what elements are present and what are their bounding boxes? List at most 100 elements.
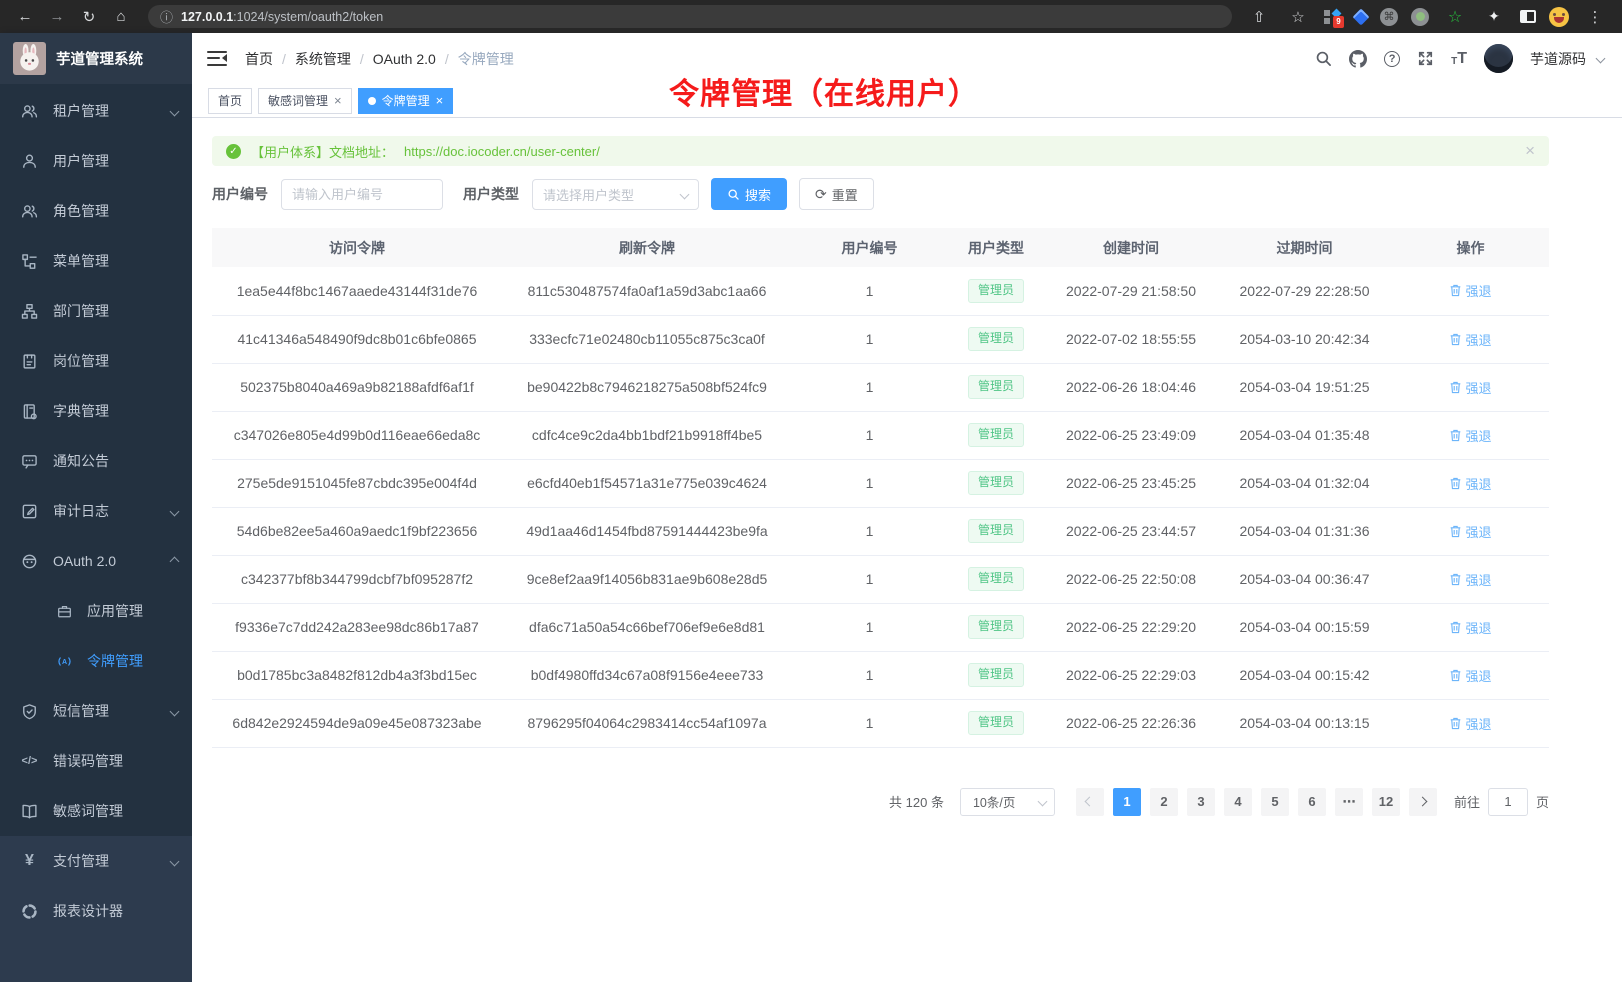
sidebar-item-role[interactable]: 角色管理 [0, 186, 192, 236]
sidebar-item-sensitive-words[interactable]: 敏感词管理 [0, 786, 192, 836]
extension-grid-icon[interactable]: 9 [1324, 9, 1342, 25]
fullscreen-icon[interactable] [1417, 50, 1434, 67]
page-button-2[interactable]: 2 [1150, 788, 1178, 816]
force-logout-label: 强退 [1465, 618, 1491, 637]
tab-token[interactable]: 令牌管理 × [358, 88, 454, 114]
bookmark-star-icon[interactable]: ☆ [1285, 5, 1311, 29]
page-button-5[interactable]: 5 [1261, 788, 1289, 816]
sidebar-item-menu[interactable]: 菜单管理 [0, 236, 192, 286]
expire-time-cell: 2054-03-10 20:42:34 [1217, 315, 1392, 363]
help-icon[interactable]: ? [1384, 51, 1400, 67]
search-button[interactable]: 搜索 [711, 178, 787, 210]
doc-link[interactable]: https://doc.iocoder.cn/user-center/ [404, 144, 600, 159]
user-id-cell: 1 [792, 315, 947, 363]
goto-page-input[interactable] [1488, 788, 1528, 816]
browser-forward-icon[interactable]: → [44, 5, 70, 29]
sidebar-collapse-icon[interactable] [207, 51, 227, 67]
sidebar-item-pay[interactable]: ¥ 支付管理 [0, 836, 192, 886]
browser-menu-icon[interactable]: ⋮ [1582, 5, 1608, 29]
force-logout-button[interactable]: 强退 [1449, 570, 1491, 589]
sidebar-item-audit-log[interactable]: 审计日志 [0, 486, 192, 536]
app-logo[interactable]: 芋道管理系统 [0, 33, 192, 84]
browser-reload-icon[interactable]: ↻ [76, 5, 102, 29]
table-row: b0d1785bc3a8482f812db4a3f3bd15ec b0df498… [212, 651, 1549, 699]
page-size-select[interactable]: 10条/页 [960, 788, 1055, 816]
sidebar-item-dict[interactable]: 字典管理 [0, 386, 192, 436]
force-logout-button[interactable]: 强退 [1449, 618, 1491, 637]
sidebar-item-tenant[interactable]: 租户管理 [0, 86, 192, 136]
user-id-cell: 1 [792, 699, 947, 747]
page-button-12[interactable]: 12 [1372, 788, 1400, 816]
breadcrumb-home[interactable]: 首页 [245, 49, 273, 69]
github-icon[interactable] [1349, 50, 1367, 68]
pinwheel-extension-icon[interactable]: ✦ [1481, 5, 1507, 29]
trash-icon [1449, 429, 1462, 442]
share-icon[interactable]: ⇧ [1246, 5, 1272, 29]
avatar[interactable] [1484, 44, 1513, 73]
gem-extension-icon[interactable] [1353, 8, 1370, 25]
sidebar-item-error-code[interactable]: </> 错误码管理 [0, 736, 192, 786]
sidebar-item-report-designer[interactable]: 报表设计器 [0, 886, 192, 936]
refresh-token-cell: 9ce8ef2aa9f14056b831ae9b608e28d5 [502, 555, 792, 603]
breadcrumb-oauth[interactable]: OAuth 2.0 [373, 51, 436, 67]
segmented-ring-icon [21, 903, 38, 920]
svg-text:A: A [62, 659, 67, 666]
app-title: 芋道管理系统 [56, 48, 143, 69]
sidebar-item-post[interactable]: 岗位管理 [0, 336, 192, 386]
browser-back-icon[interactable]: ← [12, 5, 38, 29]
username[interactable]: 芋道源码 [1530, 49, 1586, 69]
user-type-badge: 管理员 [968, 327, 1024, 351]
force-logout-button[interactable]: 强退 [1449, 474, 1491, 493]
sidebar-item-token[interactable]: A 令牌管理 [0, 636, 192, 686]
recorder-extension-icon[interactable] [1411, 8, 1429, 26]
search-icon[interactable] [1315, 50, 1332, 67]
sidebar-item-notice[interactable]: 通知公告 [0, 436, 192, 486]
access-token-cell: 502375b8040a469a9b82188afdf6af1f [212, 363, 502, 411]
users-icon [21, 103, 38, 120]
force-logout-button[interactable]: 强退 [1449, 666, 1491, 685]
alert-close-icon[interactable]: × [1525, 141, 1535, 161]
force-logout-label: 强退 [1465, 281, 1491, 300]
font-size-icon[interactable]: TT [1451, 51, 1467, 67]
sidebar-item-oauth2[interactable]: OAuth 2.0 [0, 536, 192, 586]
browser-home-icon[interactable]: ⌂ [108, 5, 134, 29]
force-logout-button[interactable]: 强退 [1449, 714, 1491, 733]
breadcrumb-system[interactable]: 系统管理 [295, 49, 351, 69]
force-logout-button[interactable]: 强退 [1449, 330, 1491, 349]
page-button-1[interactable]: 1 [1113, 788, 1141, 816]
edit-document-icon [21, 503, 38, 520]
command-extension-icon[interactable]: ⌘ [1380, 8, 1398, 26]
tab-home[interactable]: 首页 [208, 88, 252, 114]
user-menu-caret-icon[interactable] [1596, 54, 1606, 64]
force-logout-label: 强退 [1465, 570, 1491, 589]
sidebar-item-oauth-apps[interactable]: 应用管理 [0, 586, 192, 636]
page-button-6[interactable]: 6 [1298, 788, 1326, 816]
close-icon[interactable]: × [436, 93, 444, 108]
tab-sensitive-words[interactable]: 敏感词管理 × [258, 88, 352, 114]
reset-button[interactable]: ⟳ 重置 [799, 178, 874, 210]
prev-page-button[interactable] [1076, 788, 1104, 816]
more-pages-button[interactable]: ⋯ [1335, 788, 1363, 816]
user-type-select[interactable]: 请选择用户类型 [532, 179, 699, 210]
site-info-icon[interactable]: ⓘ [160, 7, 173, 26]
force-logout-button[interactable]: 强退 [1449, 522, 1491, 541]
force-logout-button[interactable]: 强退 [1449, 426, 1491, 445]
next-page-button[interactable] [1409, 788, 1437, 816]
sidebar-item-user[interactable]: 用户管理 [0, 136, 192, 186]
sidebar-item-label: OAuth 2.0 [53, 553, 116, 569]
green-star-extension-icon[interactable]: ☆ [1442, 5, 1468, 29]
page-button-4[interactable]: 4 [1224, 788, 1252, 816]
user-id-input[interactable] [281, 179, 443, 210]
force-logout-button[interactable]: 强退 [1449, 281, 1491, 300]
tags-view-bar: 首页 敏感词管理 × 令牌管理 × [192, 84, 1622, 118]
emoji-profile-icon[interactable] [1549, 7, 1569, 27]
page-button-3[interactable]: 3 [1187, 788, 1215, 816]
address-bar[interactable]: ⓘ 127.0.0.1:1024/system/oauth2/token [148, 5, 1232, 28]
breadcrumb: 首页 / 系统管理 / OAuth 2.0 / 令牌管理 [245, 49, 514, 69]
force-logout-button[interactable]: 强退 [1449, 378, 1491, 397]
close-icon[interactable]: × [334, 93, 342, 108]
chevron-down-icon [1038, 797, 1048, 807]
sidebar-item-sms[interactable]: 短信管理 [0, 686, 192, 736]
side-panel-icon[interactable] [1520, 10, 1536, 23]
sidebar-item-dept[interactable]: 部门管理 [0, 286, 192, 336]
